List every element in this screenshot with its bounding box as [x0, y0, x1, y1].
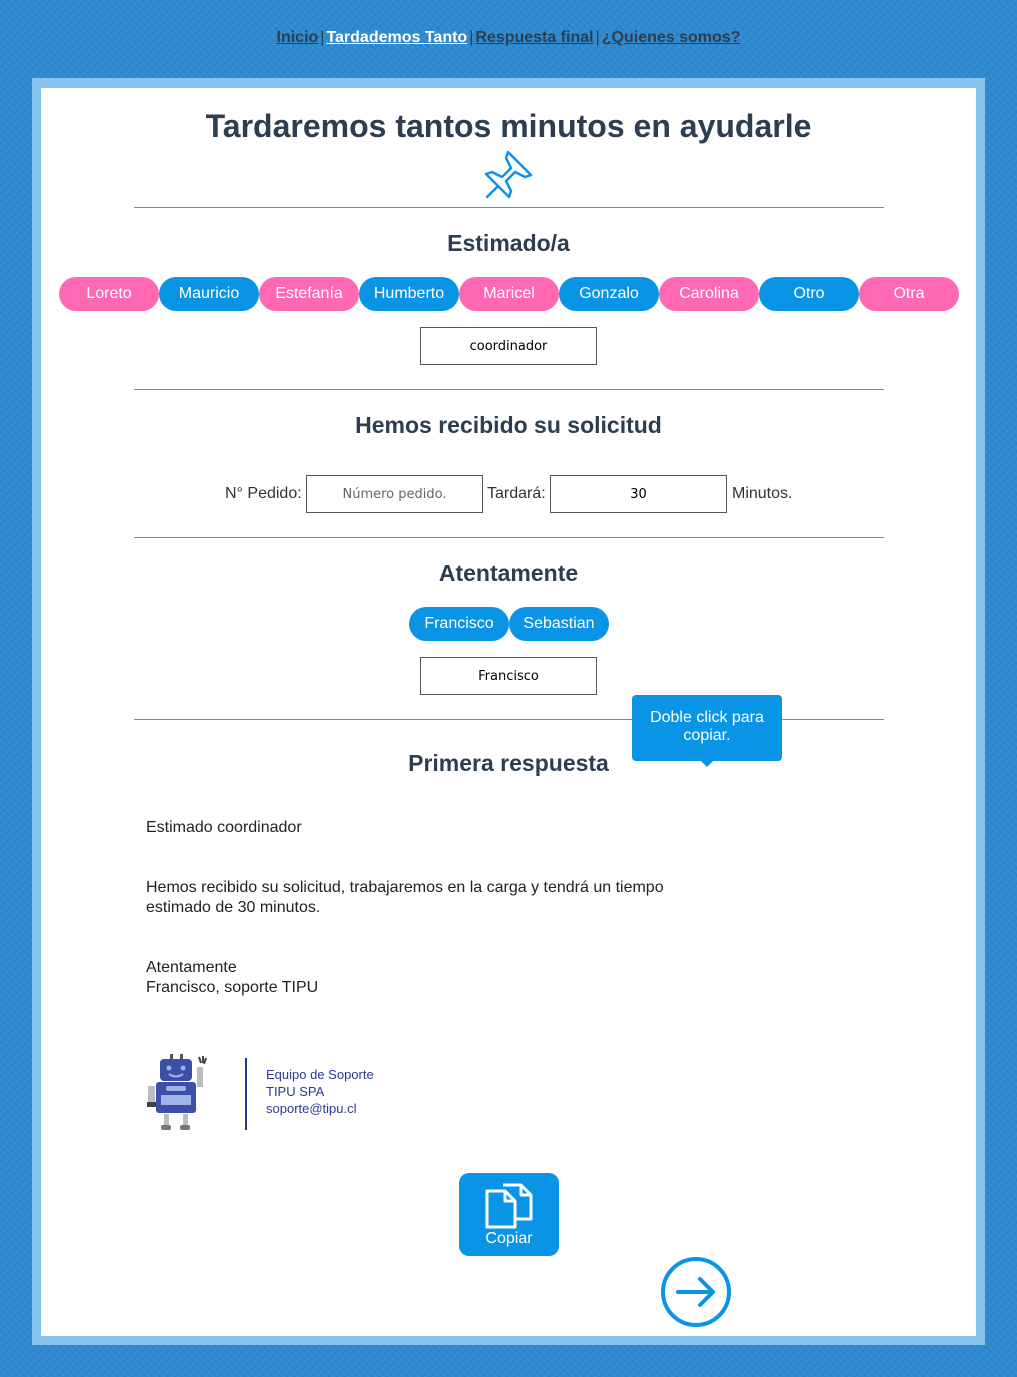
nav-separator: |: [595, 29, 600, 46]
nav-link-inicio[interactable]: Inicio: [277, 29, 319, 46]
recipient-button-otra[interactable]: Otra: [859, 277, 959, 311]
divider: [134, 537, 884, 538]
sender-button-francisco[interactable]: Francisco: [409, 607, 509, 641]
recipient-button-loreto[interactable]: Loreto: [59, 277, 159, 311]
copy-icon: [485, 1183, 533, 1229]
response-closing[interactable]: Atentamente: [146, 958, 237, 978]
recipient-button-mauricio[interactable]: Mauricio: [159, 277, 259, 311]
recipient-name-buttons: Loreto Mauricio Estefanía Humberto Maric…: [59, 277, 959, 311]
solicitud-heading: Hemos recibido su solicitud: [355, 412, 662, 438]
nav-link-respuesta-final[interactable]: Respuesta final: [475, 29, 593, 46]
nav-link-quienes-somos[interactable]: ¿Quienes somos?: [602, 29, 741, 46]
sender-button-sebastian[interactable]: Sebastian: [509, 607, 609, 641]
signature-block: Equipo de Soporte TIPU SPA soporte@tipu.…: [266, 1066, 374, 1117]
atentamente-heading: Atentamente: [438, 560, 579, 586]
divider: [134, 207, 884, 208]
copy-tooltip: Doble click para copiar.: [632, 695, 782, 767]
signature-team: Equipo de Soporte: [266, 1067, 374, 1082]
response-greeting[interactable]: Estimado coordinador: [146, 818, 302, 838]
respuesta-heading: Primera respuesta: [408, 750, 609, 776]
recipient-button-gonzalo[interactable]: Gonzalo: [559, 277, 659, 311]
signature-divider: [245, 1058, 247, 1130]
signature-email: soporte@tipu.cl: [266, 1101, 357, 1116]
robot-mascot-icon: [147, 1054, 207, 1130]
tardara-label: Tardará:: [487, 485, 546, 502]
recipient-input[interactable]: [420, 327, 597, 365]
minutes-label: Minutos.: [732, 485, 793, 502]
estimado-heading: Estimado/a: [447, 230, 570, 256]
content-card: [41, 88, 976, 1336]
recipient-button-otro[interactable]: Otro: [759, 277, 859, 311]
divider: [134, 389, 884, 390]
response-signer[interactable]: Francisco, soporte TIPU: [146, 978, 318, 998]
recipient-button-humberto[interactable]: Humberto: [359, 277, 459, 311]
sender-name-buttons: Francisco Sebastian: [409, 607, 609, 641]
copy-button[interactable]: Copiar: [459, 1173, 559, 1256]
sender-input[interactable]: [420, 657, 597, 695]
signature-company: TIPU SPA: [266, 1084, 325, 1099]
pushpin-icon: [484, 150, 533, 199]
page-title: Tardaremos tantos minutos en ayudarle: [205, 108, 812, 144]
recipient-button-estefania[interactable]: Estefanía: [259, 277, 359, 311]
copy-button-label: Copiar: [485, 1230, 533, 1247]
minutes-input[interactable]: [550, 475, 727, 513]
arrow-right-circle-icon[interactable]: [660, 1256, 732, 1328]
response-body[interactable]: Hemos recibido su solicitud, trabajaremo…: [146, 878, 706, 918]
top-navigation: Inicio | Tardademos Tanto | Respuesta final |…: [0, 29, 1017, 47]
nav-link-tardademos-tanto[interactable]: Tardademos Tanto: [326, 29, 467, 46]
recipient-button-maricel[interactable]: Maricel: [459, 277, 559, 311]
pedido-label: N° Pedido:: [225, 485, 302, 502]
nav-separator: |: [469, 29, 474, 46]
order-number-input[interactable]: [306, 475, 483, 513]
recipient-button-carolina[interactable]: Carolina: [659, 277, 759, 311]
nav-separator: |: [320, 29, 325, 46]
